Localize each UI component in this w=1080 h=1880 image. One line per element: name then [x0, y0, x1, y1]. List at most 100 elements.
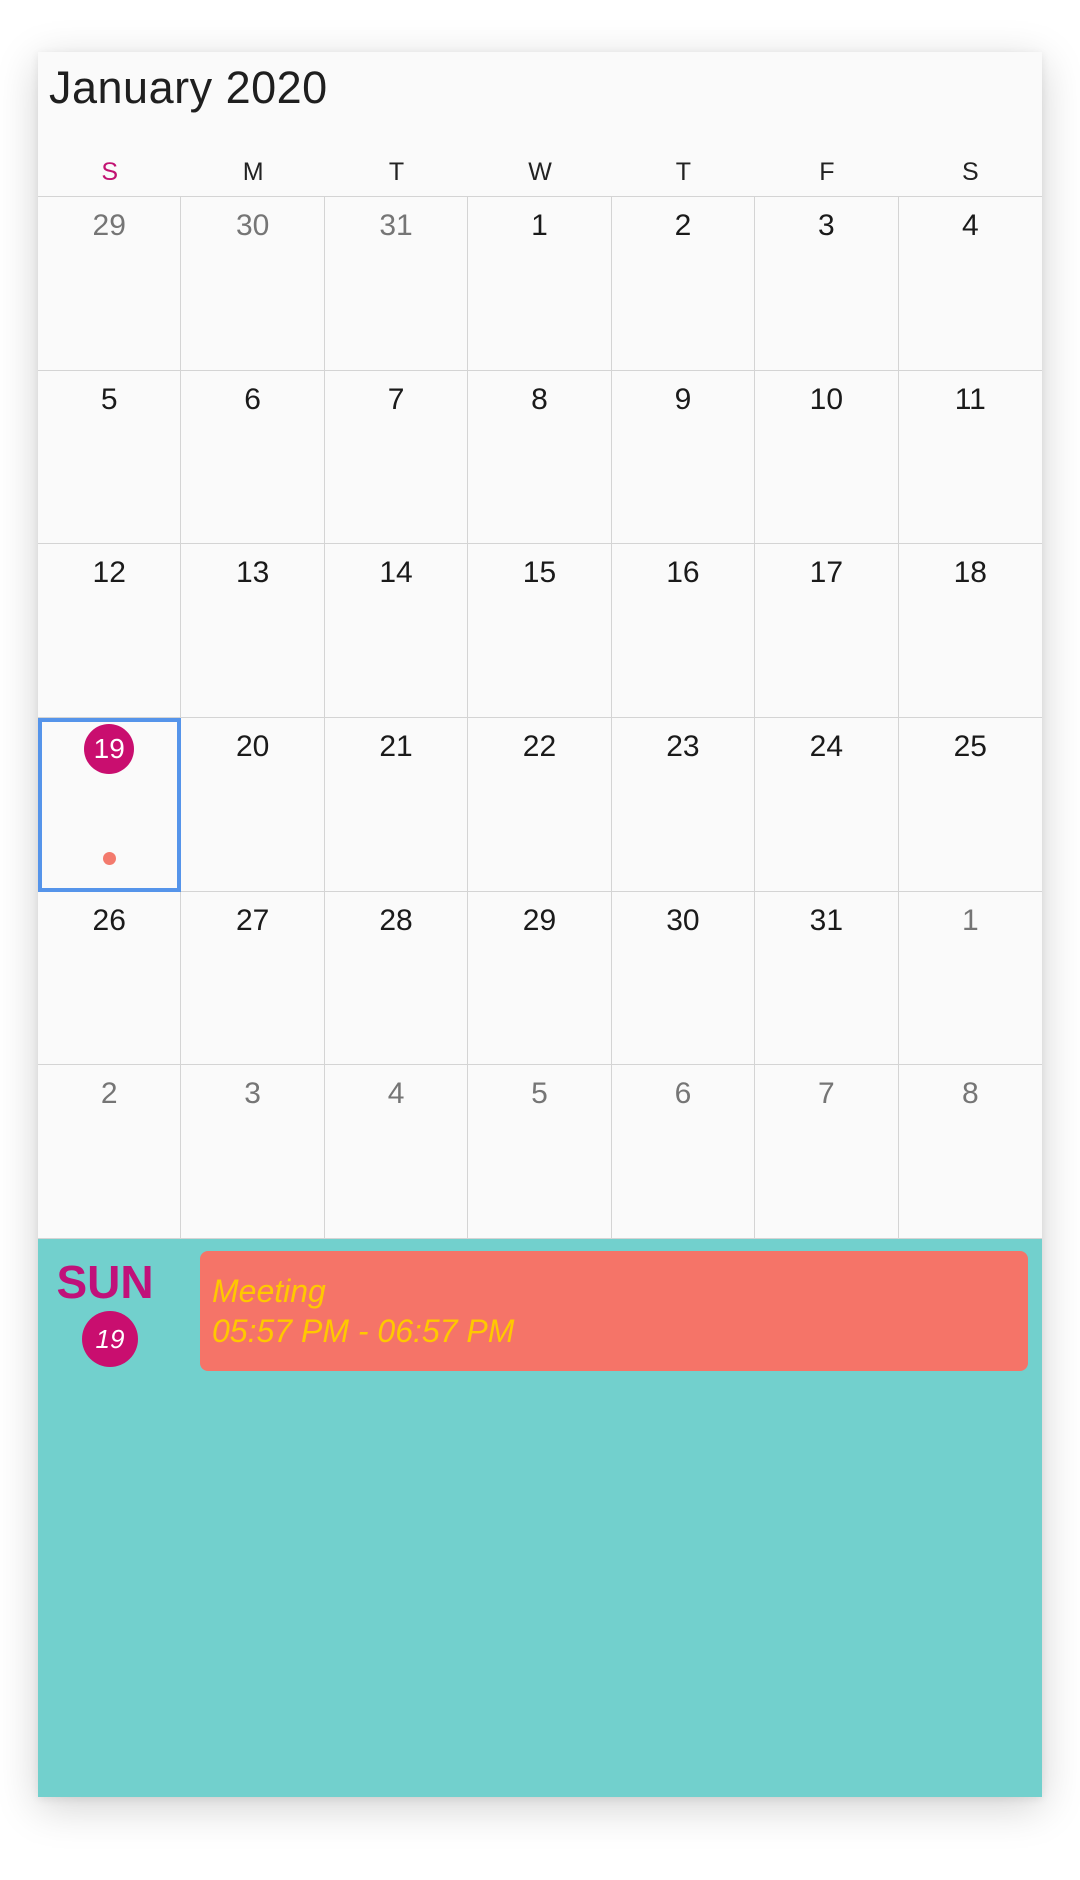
day-cell[interactable]: 25 [898, 718, 1042, 892]
today-date-number: 19 [84, 724, 135, 774]
date-number: 31 [809, 903, 844, 937]
date-number: 7 [387, 382, 405, 416]
weekday-label: S [961, 158, 979, 186]
appointment-meeting[interactable]: Meeting 05:57 PM - 06:57 PM [200, 1251, 1028, 1371]
day-cell[interactable]: 28 [324, 891, 469, 1066]
date-number: 1 [531, 209, 548, 242]
day-cell[interactable]: 5 [468, 1065, 612, 1239]
date-number: 7 [818, 1077, 835, 1111]
day-cell[interactable]: 7 [755, 1065, 899, 1239]
date-number: 31 [379, 209, 413, 242]
day-cell[interactable]: 8 [468, 370, 612, 545]
weekday-label: M [242, 158, 264, 186]
date-number: 2 [100, 1077, 118, 1111]
date-number: 8 [531, 382, 548, 416]
weekday-label: W [528, 158, 552, 186]
date-number: 9 [674, 382, 692, 416]
day-cell[interactable]: 2 [611, 197, 756, 371]
date-number: 18 [953, 556, 987, 590]
day-cell[interactable]: 18 [898, 544, 1042, 718]
day-cell[interactable]: 12 [38, 544, 182, 718]
day-cell[interactable]: 3 [755, 197, 899, 371]
day-cell[interactable]: 1 [898, 892, 1042, 1066]
day-cell[interactable]: 7 [324, 370, 469, 545]
date-number: 15 [522, 556, 557, 590]
day-cell[interactable]: 14 [324, 544, 469, 718]
day-cell[interactable]: 20 [181, 718, 325, 892]
date-number: 24 [809, 730, 844, 763]
date-number: 21 [379, 730, 413, 763]
date-number: 30 [666, 903, 700, 937]
weekday-label: S [101, 158, 119, 186]
date-number: 28 [379, 903, 413, 937]
day-cell[interactable]: 3 [181, 1065, 325, 1239]
date-number: 25 [953, 730, 987, 763]
agenda-panel: SUN 19 Meeting 05:57 PM - 06:57 PM [38, 1239, 1042, 1797]
date-number: 2 [674, 209, 692, 242]
day-cell[interactable]: 29 [38, 197, 182, 371]
day-cell[interactable]: 30 [181, 197, 325, 371]
weekday-label: F [819, 158, 835, 186]
date-number: 29 [92, 209, 126, 242]
day-cell[interactable]: 26 [38, 891, 182, 1066]
appointment-time: 05:57 PM - 06:57 PM [212, 1313, 515, 1349]
day-cell[interactable]: 6 [181, 370, 325, 545]
day-cell[interactable]: 2 [38, 1065, 182, 1239]
calendar-header: January 2020 S M T W T F S [38, 52, 1042, 196]
day-cell[interactable]: 11 [898, 371, 1042, 545]
day-cell[interactable]: 9 [611, 370, 756, 545]
date-number: 17 [809, 556, 844, 590]
date-number: 5 [100, 382, 118, 416]
date-number: 11 [954, 382, 986, 416]
day-cell-selected[interactable]: 19 [38, 718, 182, 892]
date-number: 8 [961, 1077, 979, 1111]
day-cell[interactable]: 16 [611, 544, 756, 718]
month-grid: 29 30 31 1 2 3 4 5 6 7 8 9 10 11 12 13 14 15 16 17 18 19 20 21 2… [38, 196, 1042, 1239]
day-cell[interactable]: 15 [468, 544, 612, 718]
appointment-subject: Meeting [212, 1273, 326, 1309]
date-number: 13 [235, 556, 270, 590]
date-number: 3 [244, 1077, 261, 1111]
day-cell[interactable]: 31 [755, 891, 899, 1066]
day-cell[interactable]: 31 [324, 197, 469, 371]
date-number: 4 [961, 209, 979, 242]
day-cell[interactable]: 27 [181, 891, 325, 1066]
date-number: 14 [379, 556, 413, 590]
date-number: 23 [666, 730, 700, 763]
date-number: 5 [531, 1077, 548, 1111]
date-number: 4 [387, 1077, 405, 1111]
date-number: 1 [961, 903, 979, 937]
day-cell[interactable]: 10 [755, 370, 899, 545]
day-cell[interactable]: 5 [38, 370, 182, 545]
weekday-label: T [675, 158, 692, 186]
day-cell[interactable]: 4 [898, 197, 1042, 371]
day-cell[interactable]: 24 [755, 718, 899, 892]
day-cell[interactable]: 8 [898, 1065, 1042, 1239]
date-number: 6 [674, 1077, 692, 1111]
agenda-date-badge: 19 [82, 1311, 138, 1367]
date-number: 30 [235, 209, 270, 242]
date-number: 16 [666, 556, 700, 590]
day-cell[interactable]: 13 [181, 544, 325, 718]
date-number: 20 [235, 730, 270, 763]
day-cell[interactable]: 21 [324, 718, 469, 892]
weekday-header: SMTWTFS [38, 148, 1042, 196]
day-cell[interactable]: 30 [611, 891, 756, 1066]
day-cell[interactable]: 22 [468, 718, 612, 892]
agenda-day-label: SUN [56, 1256, 154, 1308]
date-number: 3 [818, 209, 835, 242]
date-number: 27 [235, 903, 270, 937]
day-cell[interactable]: 23 [611, 718, 756, 892]
day-cell[interactable]: 4 [324, 1065, 469, 1239]
weekday-label: T [388, 158, 405, 186]
day-cell[interactable]: 1 [468, 197, 612, 371]
day-cell[interactable]: 29 [468, 891, 612, 1066]
date-number: 12 [92, 556, 126, 590]
month-title[interactable]: January 2020 [49, 62, 328, 114]
date-number: 29 [522, 903, 557, 937]
day-cell[interactable]: 17 [755, 544, 899, 718]
day-cell[interactable]: 6 [611, 1065, 756, 1239]
date-number: 10 [809, 382, 844, 416]
event-indicator-dot [102, 851, 116, 865]
date-number: 26 [92, 903, 126, 937]
